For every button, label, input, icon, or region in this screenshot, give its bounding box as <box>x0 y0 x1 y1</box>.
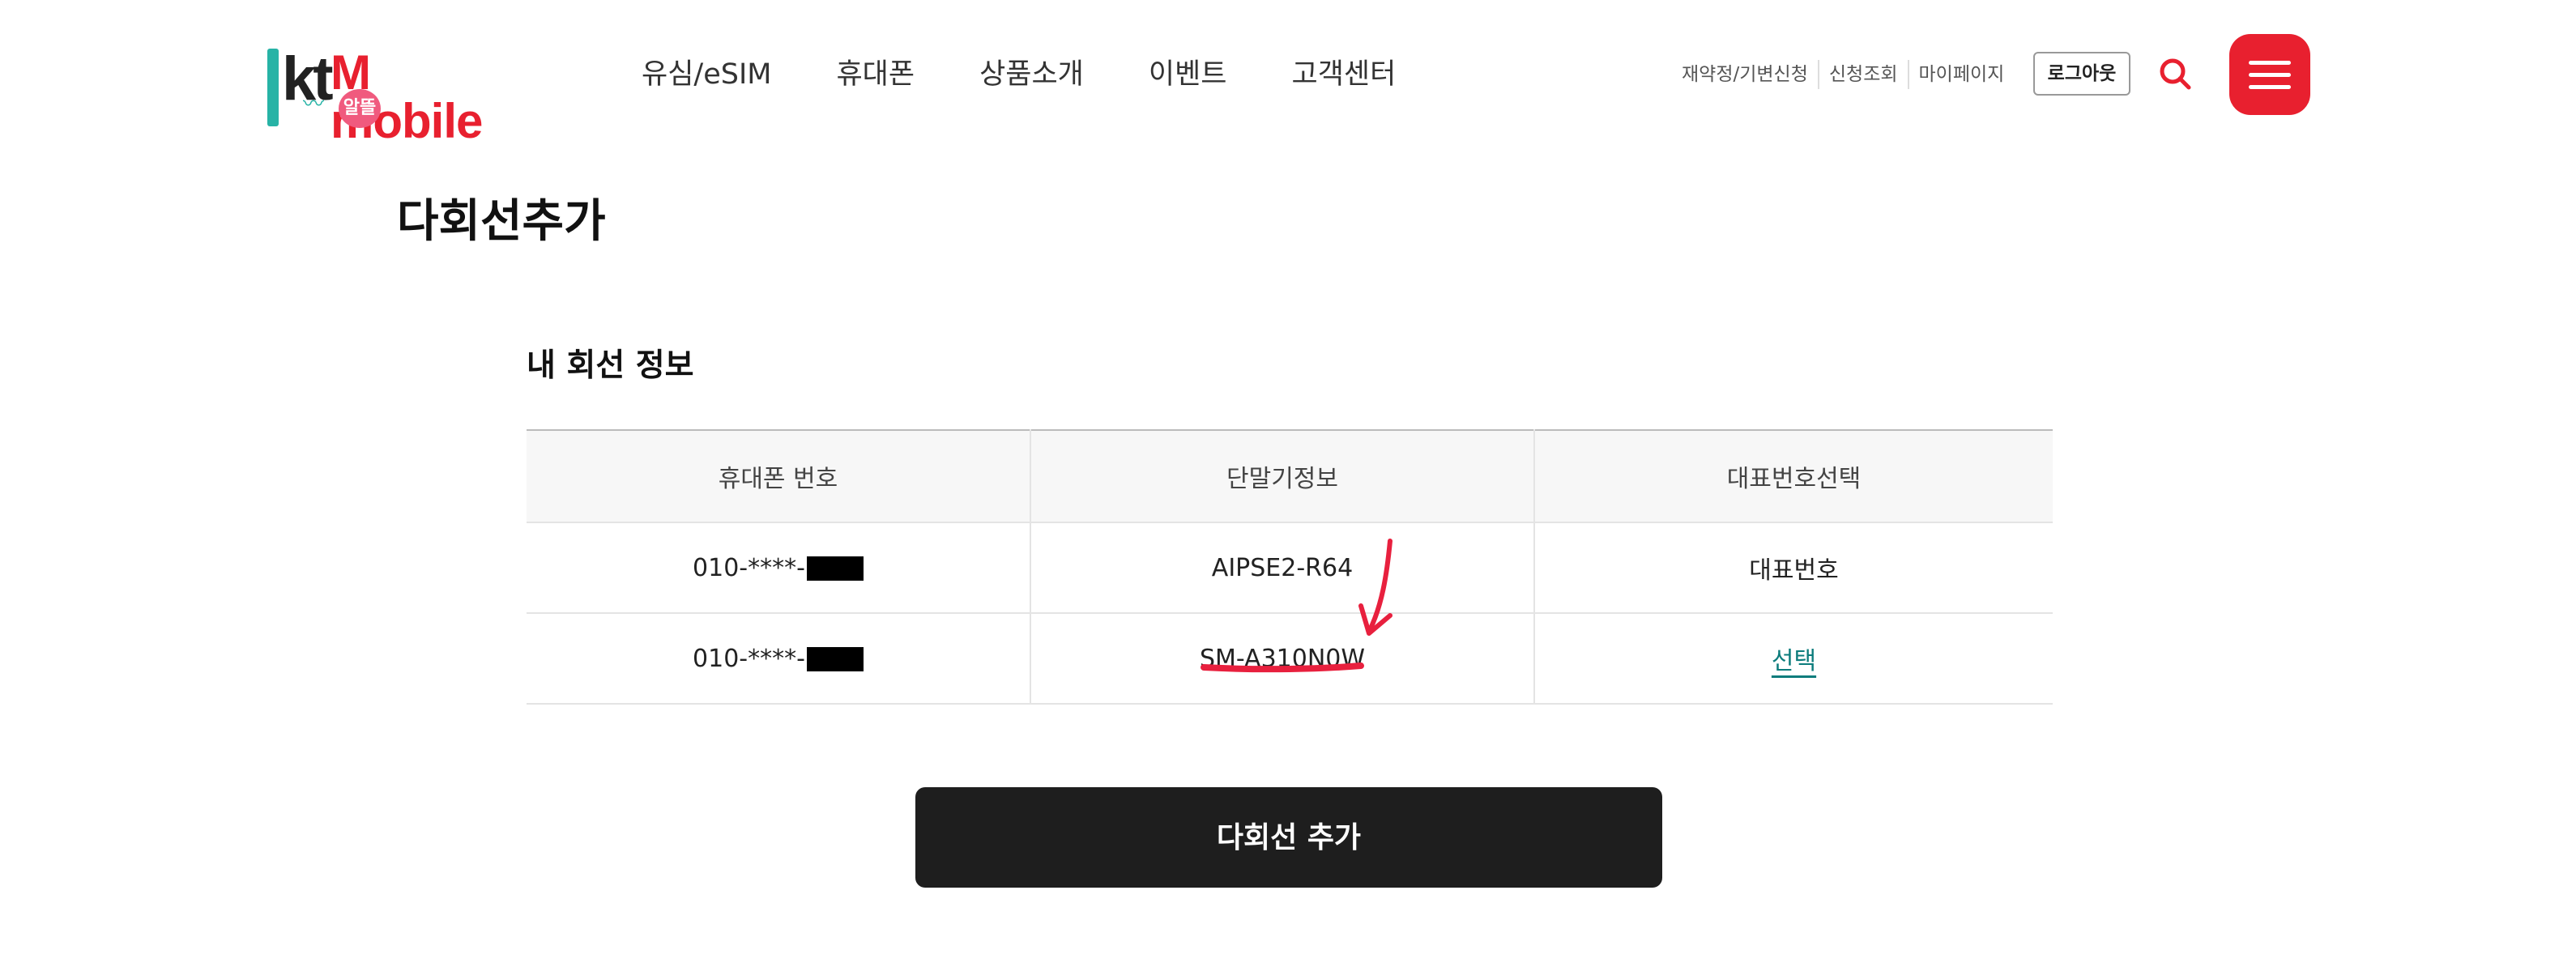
menu-line-icon <box>2249 84 2291 89</box>
col-header-representative: 대표번호선택 <box>1534 430 2053 523</box>
redaction-block <box>806 556 864 581</box>
section-title: 내 회선 정보 <box>527 347 694 384</box>
phone-cell: 010-****- <box>527 522 1031 614</box>
nav-item-products[interactable]: 상품소개 <box>979 52 1084 97</box>
table-row: 010-****- SM-A310N0W 선택 <box>527 613 2053 705</box>
menu-line-icon <box>2249 72 2291 77</box>
nav-item-phones[interactable]: 휴대폰 <box>836 52 915 97</box>
device-model-text: SM-A310N0W <box>1199 644 1366 673</box>
main-nav: 유심/eSIM 휴대폰 상품소개 이벤트 고객센터 <box>642 52 1461 97</box>
hamburger-menu-button[interactable] <box>2229 34 2310 115</box>
phone-number: 010-****- <box>693 553 805 582</box>
add-multi-line-button[interactable]: 다회선 추가 <box>915 787 1662 888</box>
phone-number: 010-****- <box>693 644 805 673</box>
phone-cell: 010-****- <box>527 613 1031 705</box>
util-link-recontract[interactable]: 재약정/기변신청 <box>1678 60 1818 89</box>
logo-waves-icon: 〰 <box>303 92 325 117</box>
logo-mark <box>267 49 279 126</box>
nav-item-usim[interactable]: 유심/eSIM <box>642 52 771 97</box>
logo-mascot-badge: 알뜰 <box>339 89 381 128</box>
nav-item-events[interactable]: 이벤트 <box>1149 52 1227 97</box>
line-info-table: 휴대폰 번호 단말기정보 대표번호선택 010-****- AIPSE2-R64… <box>527 429 2053 705</box>
device-cell: SM-A310N0W <box>1030 613 1535 705</box>
logout-button[interactable]: 로그아웃 <box>2033 52 2130 96</box>
table-header-row: 휴대폰 번호 단말기정보 대표번호선택 <box>527 430 2053 523</box>
col-header-device: 단말기정보 <box>1030 430 1535 523</box>
menu-line-icon <box>2249 60 2291 65</box>
representative-label: 대표번호 <box>1534 522 2053 614</box>
search-icon[interactable] <box>2158 57 2192 91</box>
util-link-application-status[interactable]: 신청조회 <box>1817 60 1908 89</box>
nav-item-customer-center[interactable]: 고객센터 <box>1292 52 1397 97</box>
redaction-block <box>806 647 864 671</box>
device-cell: AIPSE2-R64 <box>1030 522 1535 614</box>
page-title: 다회선추가 <box>397 195 606 248</box>
table-row: 010-****- AIPSE2-R64 대표번호 <box>527 522 2053 614</box>
select-cell: 선택 <box>1534 613 2053 705</box>
utility-links: 재약정/기변신청 신청조회 마이페이지 <box>1678 60 2014 89</box>
kt-m-mobile-logo[interactable]: kt M mobile 〰 알뜰 <box>264 42 531 146</box>
util-link-mypage[interactable]: 마이페이지 <box>1907 60 2015 89</box>
select-representative-link[interactable]: 선택 <box>1772 647 1816 675</box>
col-header-phone: 휴대폰 번호 <box>527 430 1031 523</box>
